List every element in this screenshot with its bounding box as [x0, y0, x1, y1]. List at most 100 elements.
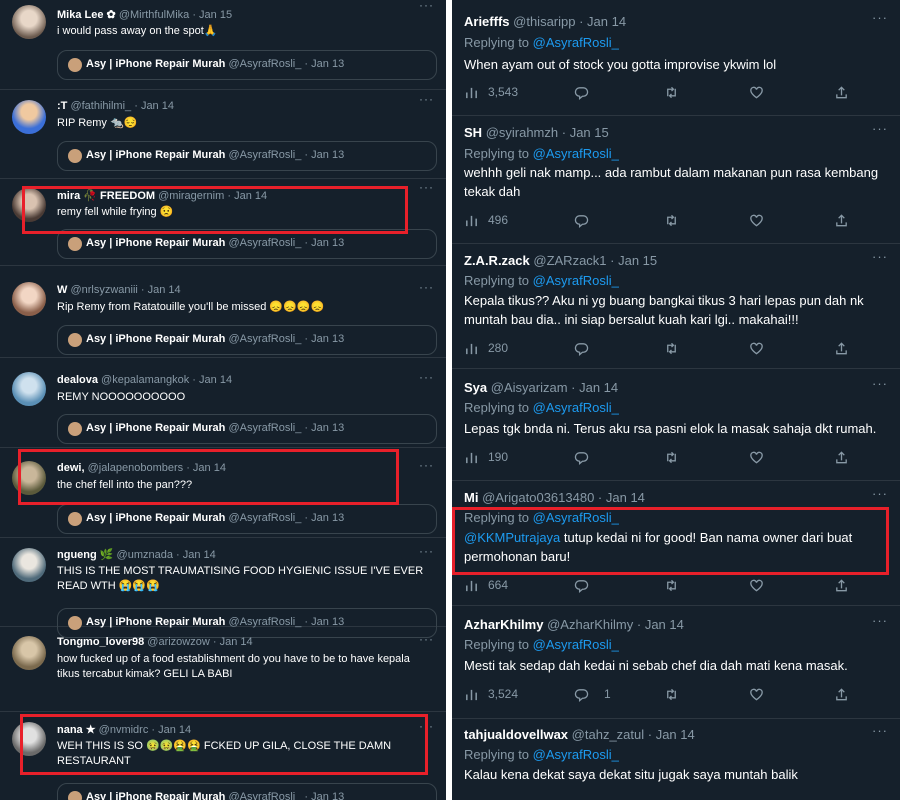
quoted-tweet[interactable]: Asy | iPhone Repair Murah @AsyrafRosli_ … — [57, 504, 437, 534]
retweet-button[interactable] — [664, 684, 688, 704]
handle[interactable]: @kepalamangkok — [101, 374, 189, 386]
handle[interactable]: @ZARzack1 — [533, 253, 606, 268]
share-button[interactable] — [834, 338, 858, 358]
avatar[interactable] — [12, 100, 46, 134]
retweet-button[interactable] — [664, 575, 688, 595]
avatar[interactable] — [12, 372, 46, 406]
avatar[interactable] — [12, 548, 46, 582]
quote-tweet[interactable]: :T @fathihilmi_ · Jan 14 ··· RIP Remy 🐀😔… — [0, 92, 446, 179]
retweet-button[interactable] — [664, 82, 688, 102]
display-name[interactable]: Ariefffs — [464, 14, 510, 29]
timestamp[interactable]: Jan 15 — [570, 125, 609, 140]
timestamp[interactable]: Jan 14 — [199, 374, 232, 386]
display-name[interactable]: W — [57, 284, 67, 296]
quoted-tweet[interactable]: Asy | iPhone Repair Murah @AsyrafRosli_ … — [57, 141, 437, 171]
display-name[interactable]: Z.A.R.zack — [464, 253, 530, 268]
reply-tweet[interactable]: AzharKhilmy @AzharKhilmy · Jan 14 ··· Re… — [452, 607, 900, 719]
reply-button[interactable] — [574, 82, 604, 102]
like-button[interactable] — [749, 447, 773, 467]
stats-button[interactable]: 280 — [464, 338, 508, 358]
timestamp[interactable]: Jan 14 — [148, 284, 181, 296]
timestamp[interactable]: Jan 14 — [579, 380, 618, 395]
retweet-button[interactable] — [664, 447, 688, 467]
timestamp[interactable]: Jan 14 — [141, 100, 174, 112]
reply-button[interactable] — [574, 575, 604, 595]
more-icon[interactable]: ··· — [419, 458, 434, 472]
reply-mention[interactable]: @AsyrafRosli_ — [533, 146, 619, 161]
reply-button[interactable] — [574, 210, 604, 230]
timestamp[interactable]: Jan 15 — [199, 9, 232, 21]
like-button[interactable] — [749, 684, 773, 704]
display-name[interactable]: ngueng 🌿 — [57, 549, 113, 561]
handle[interactable]: @fathihilmi_ — [70, 100, 131, 112]
display-name[interactable]: Tongmo_lover98 — [57, 636, 144, 648]
like-button[interactable] — [749, 210, 773, 230]
more-icon[interactable]: ··· — [872, 486, 888, 501]
quote-tweet[interactable]: Tongmo_lover98 @arizowzow · Jan 14 ··· h… — [0, 630, 446, 712]
timestamp[interactable]: Jan 14 — [183, 549, 216, 561]
display-name[interactable]: AzharKhilmy — [464, 617, 543, 632]
handle[interactable]: @thisaripp — [513, 14, 575, 29]
quoted-tweet[interactable]: Asy | iPhone Repair Murah @AsyrafRosli_ … — [57, 414, 437, 444]
like-button[interactable] — [749, 338, 773, 358]
handle[interactable]: @nrlsyzwaniii — [70, 284, 137, 296]
more-icon[interactable]: ··· — [419, 180, 434, 194]
display-name[interactable]: SH — [464, 125, 482, 140]
handle[interactable]: @Arigato03613480 — [482, 490, 594, 505]
handle[interactable]: @umznada — [117, 549, 173, 561]
more-icon[interactable]: ··· — [872, 249, 888, 264]
display-name[interactable]: Sya — [464, 380, 487, 395]
display-name[interactable]: Mi — [464, 490, 478, 505]
display-name[interactable]: tahjualdovellwax — [464, 727, 568, 742]
like-button[interactable] — [749, 82, 773, 102]
more-icon[interactable]: ··· — [419, 632, 434, 646]
handle[interactable]: @tahz_zatul — [572, 727, 644, 742]
share-button[interactable] — [834, 82, 858, 102]
stats-button[interactable]: 3,524 — [464, 684, 518, 704]
more-icon[interactable]: ··· — [872, 723, 888, 738]
retweet-button[interactable] — [664, 210, 688, 230]
quote-tweet[interactable]: dealova @kepalamangkok · Jan 14 ··· REMY… — [0, 362, 446, 448]
more-icon[interactable]: ··· — [419, 370, 434, 384]
reply-mention[interactable]: @AsyrafRosli_ — [533, 400, 619, 415]
handle[interactable]: @MirthfulMika — [119, 9, 189, 21]
handle[interactable]: @arizowzow — [147, 636, 210, 648]
timestamp[interactable]: Jan 15 — [618, 253, 657, 268]
handle[interactable]: @Aisyarizam — [491, 380, 568, 395]
more-icon[interactable]: ··· — [419, 0, 434, 12]
timestamp[interactable]: Jan 14 — [587, 14, 626, 29]
share-button[interactable] — [834, 447, 858, 467]
reply-button[interactable]: 1 — [574, 684, 611, 704]
stats-button[interactable]: 3,543 — [464, 82, 518, 102]
timestamp[interactable]: Jan 14 — [220, 636, 253, 648]
reply-button[interactable] — [574, 338, 604, 358]
quote-tweet[interactable]: Mika Lee ✿ @MirthfulMika · Jan 15 ··· i … — [0, 0, 446, 90]
timestamp[interactable]: Jan 14 — [656, 727, 695, 742]
more-icon[interactable]: ··· — [872, 10, 888, 25]
stats-button[interactable]: 664 — [464, 575, 508, 595]
avatar[interactable] — [12, 5, 46, 39]
reply-mention[interactable]: @AsyrafRosli_ — [533, 637, 619, 652]
reply-tweet[interactable]: tahjualdovellwax @tahz_zatul · Jan 14 ··… — [452, 720, 900, 800]
quote-tweet[interactable]: ngueng 🌿 @umznada · Jan 14 ··· THIS IS T… — [0, 542, 446, 638]
handle[interactable]: @syirahmzh — [486, 125, 558, 140]
quoted-tweet[interactable]: Asy | iPhone Repair Murah @AsyrafRosli_ … — [57, 783, 437, 800]
stats-button[interactable]: 496 — [464, 210, 508, 230]
more-icon[interactable]: ··· — [872, 376, 888, 391]
share-button[interactable] — [834, 575, 858, 595]
avatar[interactable] — [12, 282, 46, 316]
share-button[interactable] — [834, 684, 858, 704]
display-name[interactable]: Mika Lee ✿ — [57, 9, 116, 21]
reply-tweet[interactable]: Sya @Aisyarizam · Jan 14 ··· Replying to… — [452, 370, 900, 481]
reply-tweet[interactable]: SH @syirahmzh · Jan 15 ··· Replying to @… — [452, 117, 900, 244]
reply-mention[interactable]: @AsyrafRosli_ — [533, 35, 619, 50]
timestamp[interactable]: Jan 14 — [606, 490, 645, 505]
share-button[interactable] — [834, 210, 858, 230]
quoted-tweet[interactable]: Asy | iPhone Repair Murah @AsyrafRosli_ … — [57, 325, 437, 355]
quoted-tweet[interactable]: Asy | iPhone Repair Murah @AsyrafRosli_ … — [57, 50, 437, 80]
reply-button[interactable] — [574, 447, 604, 467]
quote-tweet[interactable]: W @nrlsyzwaniii · Jan 14 ··· Rip Remy fr… — [0, 270, 446, 358]
more-icon[interactable]: ··· — [872, 121, 888, 136]
handle[interactable]: @AzharKhilmy — [547, 617, 633, 632]
more-icon[interactable]: ··· — [419, 544, 434, 558]
